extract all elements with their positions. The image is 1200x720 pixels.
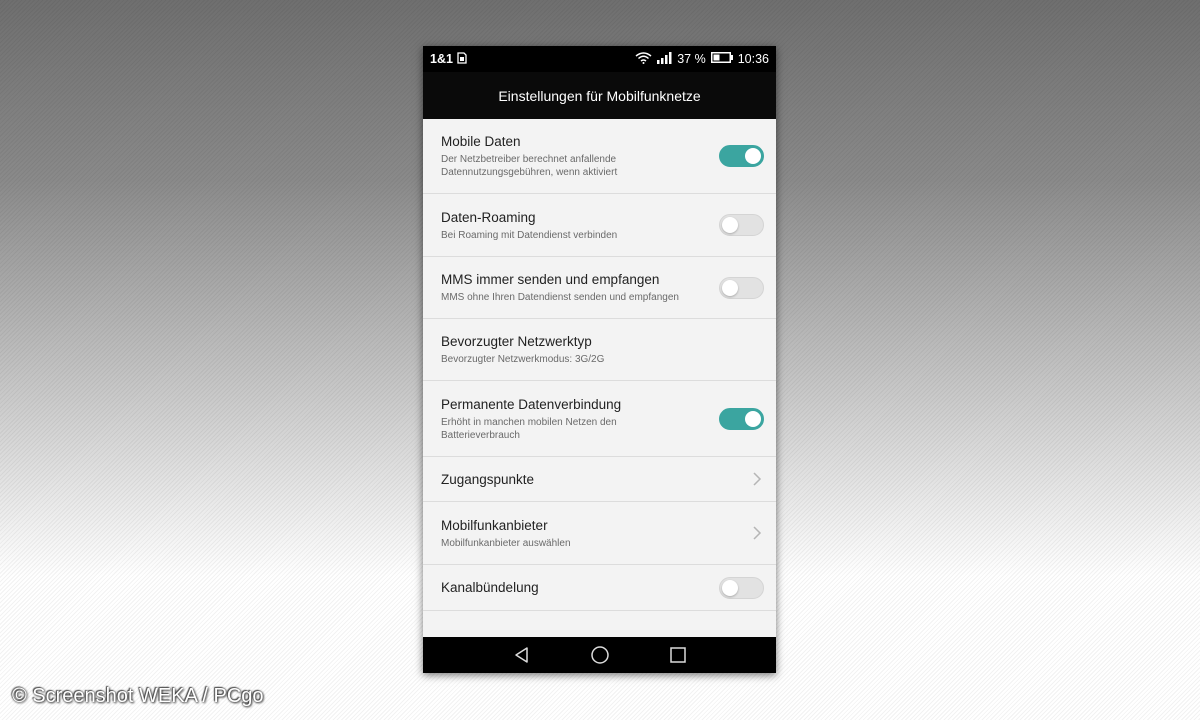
battery-percent: 37 % [677, 52, 706, 66]
toggle-knob [745, 410, 761, 427]
settings-list: Mobile Daten Der Netzbetreiber berechnet… [423, 119, 776, 611]
page-title-bar: Einstellungen für Mobilfunknetze [423, 72, 776, 119]
setting-title: Permanente Datenverbindung [441, 396, 622, 412]
watermark-text: © Screenshot WEKA / PCgo [12, 685, 264, 707]
setting-title: MMS immer senden und empfangen [441, 272, 660, 287]
sim-icon [457, 51, 467, 67]
setting-subtitle: Bei Roaming mit Datendienst verbinden [441, 229, 618, 241]
toggle-knob [722, 217, 738, 233]
battery-icon [710, 52, 733, 66]
setting-title: Mobile Daten [441, 134, 521, 149]
carrier-label: 1&1 [430, 52, 453, 66]
setting-permanent-data[interactable]: Permanente Datenverbindung Erhöht in man… [423, 381, 776, 457]
setting-title: Bevorzugter Netzwerktyp [441, 334, 592, 349]
setting-subtitle: Erhöht in manchen mobilen Netzen den Bat… [441, 416, 617, 441]
home-icon [590, 646, 609, 664]
setting-subtitle: Bevorzugter Netzwerkmodus: 3G/2G [441, 354, 605, 365]
home-button[interactable] [587, 642, 613, 668]
setting-preferred-network[interactable]: Bevorzugter Netzwerktyp Bevorzugter Netz… [423, 319, 776, 381]
wifi-icon [635, 51, 652, 67]
setting-mobile-data[interactable]: Mobile Daten Der Netzbetreiber berechnet… [423, 119, 776, 194]
setting-title: Daten-Roaming [441, 209, 536, 225]
setting-mms-always[interactable]: MMS immer senden und empfangen MMS ohne … [423, 257, 776, 319]
status-bar: 1&1 37 % 10:36 [423, 46, 776, 72]
toggle-knob [722, 579, 738, 596]
back-button[interactable] [509, 642, 535, 668]
phone-screen: 1&1 37 % 10:36 Einstellungen für Mobilfu… [423, 46, 776, 673]
mobile-data-toggle[interactable] [719, 145, 764, 167]
permanent-data-toggle[interactable] [719, 407, 764, 430]
setting-title: Mobilfunkanbieter [441, 517, 548, 533]
data-roaming-toggle[interactable] [719, 214, 764, 236]
setting-carrier-aggregation[interactable]: Kanalbündelung [423, 565, 776, 611]
mms-toggle[interactable] [719, 276, 764, 299]
recents-button[interactable] [665, 642, 691, 668]
chevron-right-icon [753, 526, 762, 540]
setting-data-roaming[interactable]: Daten-Roaming Bei Roaming mit Datendiens… [423, 194, 776, 257]
setting-title: Kanalbündelung [441, 580, 539, 595]
setting-title: Zugangspunkte [441, 471, 535, 487]
chevron-right-icon [753, 472, 762, 486]
back-icon [514, 647, 528, 663]
recents-icon [669, 647, 686, 663]
navigation-bar [423, 637, 776, 673]
toggle-knob [722, 279, 738, 296]
setting-carrier[interactable]: Mobilfunkanbieter Mobilfunkanbieter ausw… [423, 502, 776, 565]
setting-subtitle: Mobilfunkanbieter auswählen [441, 537, 571, 549]
setting-subtitle: MMS ohne Ihren Datendienst senden und em… [441, 292, 679, 303]
setting-access-points[interactable]: Zugangspunkte [423, 457, 776, 502]
toggle-knob [745, 148, 761, 164]
clock: 10:36 [737, 52, 769, 66]
setting-subtitle: Der Netzbetreiber berechnet anfallende D… [441, 154, 618, 178]
carrier-aggregation-toggle[interactable] [719, 576, 764, 599]
page-title: Einstellungen für Mobilfunknetze [498, 87, 701, 104]
signal-icon [657, 51, 672, 67]
